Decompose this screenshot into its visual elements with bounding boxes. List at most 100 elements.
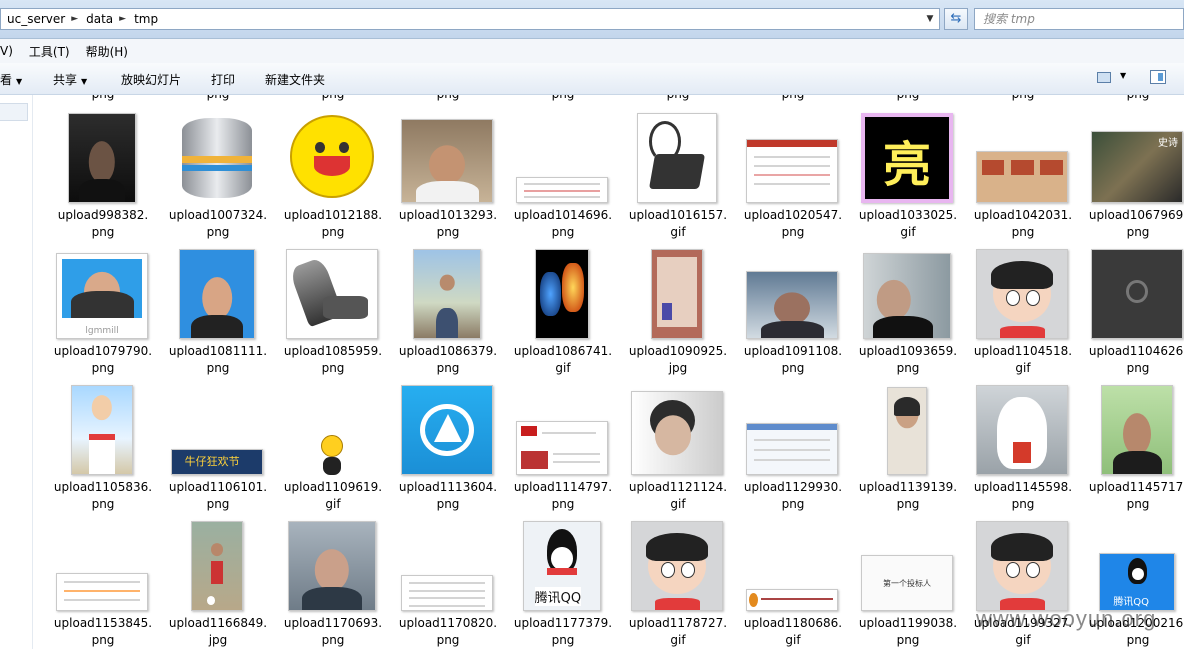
file-item[interactable]: upload1091108. png — [738, 237, 848, 375]
file-name-label[interactable]: upload1086379. — [393, 343, 503, 360]
file-name-label[interactable]: upload1014696. — [508, 207, 618, 224]
file-item[interactable]: upload1081111. png — [163, 237, 273, 375]
file-item[interactable]: upload1121124. gif — [623, 373, 733, 511]
file-extension-label[interactable]: gif — [738, 632, 848, 649]
print-button[interactable]: 打印 — [211, 71, 235, 88]
file-name-label[interactable]: upload1105836. — [48, 479, 158, 496]
file-name-label[interactable]: upload1093659. — [853, 343, 963, 360]
file-item[interactable]: upload1166849. jpg — [163, 509, 273, 647]
file-item[interactable]: upload1007324. png — [163, 101, 273, 239]
menu-view[interactable]: V) — [0, 44, 21, 58]
refresh-button[interactable]: ⇆ — [944, 8, 968, 30]
file-item[interactable]: upload1113604. png — [393, 373, 503, 511]
menu-tools[interactable]: 工具(T) — [21, 43, 78, 60]
breadcrumb-uc-server[interactable]: uc_server — [1, 12, 69, 26]
file-item[interactable]: 牛仔狂欢节 upload1106101. png — [163, 373, 273, 511]
change-view-icon[interactable] — [1097, 72, 1111, 83]
file-name-label[interactable]: upload1090925. — [623, 343, 733, 360]
file-name-label[interactable]: upload1091108. — [738, 343, 848, 360]
file-item[interactable]: upload1180686. gif — [738, 509, 848, 647]
file-name-label[interactable]: upload1086741. — [508, 343, 618, 360]
file-item[interactable]: upload1105836. png — [48, 373, 158, 511]
file-name-label[interactable]: upload1033025. — [853, 207, 963, 224]
file-extension-label[interactable]: png — [508, 632, 618, 649]
file-extension-label[interactable]: gif — [968, 632, 1078, 649]
breadcrumb-tmp[interactable]: tmp — [128, 12, 162, 26]
file-item[interactable]: upload998382. png — [48, 101, 158, 239]
file-item[interactable]: lgmmill upload1079790. png — [48, 237, 158, 375]
menu-help[interactable]: 帮助(H) — [78, 43, 136, 60]
breadcrumb-data[interactable]: data — [80, 12, 117, 26]
file-extension-label[interactable]: png — [48, 632, 158, 649]
file-name-label[interactable]: upload1180686. — [738, 615, 848, 632]
file-item[interactable]: upload1129930. png — [738, 373, 848, 511]
file-item[interactable]: 史诗 upload1067969. png — [1083, 101, 1184, 239]
file-name-label[interactable]: upload1199038. — [853, 615, 963, 632]
file-name-label[interactable]: upload1145598. — [968, 479, 1078, 496]
file-item[interactable]: upload1014696. png — [508, 101, 618, 239]
file-name-label[interactable]: upload1178727. — [623, 615, 733, 632]
file-extension-label[interactable]: png — [853, 632, 963, 649]
navigation-pane[interactable] — [0, 95, 33, 649]
file-item[interactable]: 腾讯QQ upload1177379. png — [508, 509, 618, 647]
file-name-label[interactable]: upload1121124. — [623, 479, 733, 496]
file-item[interactable]: upload1170693. png — [278, 509, 388, 647]
file-extension-label[interactable]: gif — [623, 632, 733, 649]
file-name-label[interactable]: upload1129930. — [738, 479, 848, 496]
file-name-label[interactable]: upload1139139. — [853, 479, 963, 496]
file-extension-label[interactable]: png — [1083, 632, 1184, 649]
file-item[interactable]: 亮 upload1033025. gif — [853, 101, 963, 239]
file-list[interactable]: pngpngpngpngpngpngpngpngpngpngpngupload9… — [33, 95, 1184, 649]
file-item[interactable]: upload1012188. png — [278, 101, 388, 239]
file-item[interactable]: upload1109619. gif — [278, 373, 388, 511]
file-name-label[interactable]: upload1013293. — [393, 207, 503, 224]
file-name-label[interactable]: upload998382. — [48, 207, 158, 224]
file-name-label[interactable]: upload1104518. — [968, 343, 1078, 360]
file-name-label[interactable]: upload1012188. — [278, 207, 388, 224]
nav-selected-item[interactable] — [0, 103, 28, 121]
file-item[interactable]: upload1093659. png — [853, 237, 963, 375]
file-item[interactable]: upload1178727. gif — [623, 509, 733, 647]
file-name-label[interactable]: upload1016157. — [623, 207, 733, 224]
file-name-label[interactable]: upload1109619. — [278, 479, 388, 496]
file-item[interactable]: upload1104626. png — [1083, 237, 1184, 375]
file-name-label[interactable]: upload1079790. — [48, 343, 158, 360]
chevron-right-icon[interactable]: ► — [117, 14, 128, 24]
file-item[interactable]: upload1090925. jpg — [623, 237, 733, 375]
file-name-label[interactable]: upload1170693. — [278, 615, 388, 632]
file-item[interactable]: upload1086379. png — [393, 237, 503, 375]
organize-button[interactable]: 看 ▼ — [0, 71, 22, 88]
file-item[interactable]: upload1170820. png — [393, 509, 503, 647]
file-item[interactable]: upload1085959. png — [278, 237, 388, 375]
file-name-label[interactable]: upload1007324. — [163, 207, 273, 224]
file-item[interactable]: upload1114797. png — [508, 373, 618, 511]
file-name-label[interactable]: upload1114797. — [508, 479, 618, 496]
file-item[interactable]: 第一个投标人 upload1199038. png — [853, 509, 963, 647]
file-name-label[interactable]: upload1145717. — [1083, 479, 1184, 496]
address-bar[interactable]: uc_server ► data ► tmp ▼ — [0, 8, 940, 30]
file-extension-label[interactable]: png — [278, 632, 388, 649]
file-name-label[interactable]: upload1113604. — [393, 479, 503, 496]
file-item[interactable]: upload1145717. png — [1083, 373, 1184, 511]
file-item[interactable]: upload1020547. png — [738, 101, 848, 239]
file-name-label[interactable]: upload1042031. — [968, 207, 1078, 224]
file-item[interactable]: upload1042031. png — [968, 101, 1078, 239]
file-name-label[interactable]: upload1104626. — [1083, 343, 1184, 360]
file-name-label[interactable]: upload1020547. — [738, 207, 848, 224]
file-name-label[interactable]: upload1085959. — [278, 343, 388, 360]
preview-pane-icon[interactable] — [1150, 70, 1166, 84]
file-item[interactable]: upload1139139. png — [853, 373, 963, 511]
chevron-down-icon[interactable]: ▼ — [1120, 71, 1126, 80]
search-input[interactable]: 搜索 tmp — [974, 8, 1184, 30]
file-name-label[interactable]: upload1177379. — [508, 615, 618, 632]
chevron-down-icon[interactable]: ▼ — [923, 11, 937, 27]
file-item[interactable]: upload1016157. gif — [623, 101, 733, 239]
file-item[interactable]: upload1104518. gif — [968, 237, 1078, 375]
file-name-label[interactable]: upload1166849. — [163, 615, 273, 632]
file-item[interactable]: upload1013293. png — [393, 101, 503, 239]
file-name-label[interactable]: upload1067969. — [1083, 207, 1184, 224]
file-extension-label[interactable]: jpg — [163, 632, 273, 649]
file-item[interactable]: upload1153845. png — [48, 509, 158, 647]
file-name-label[interactable]: upload1153845. — [48, 615, 158, 632]
file-name-label[interactable]: upload1106101. — [163, 479, 273, 496]
